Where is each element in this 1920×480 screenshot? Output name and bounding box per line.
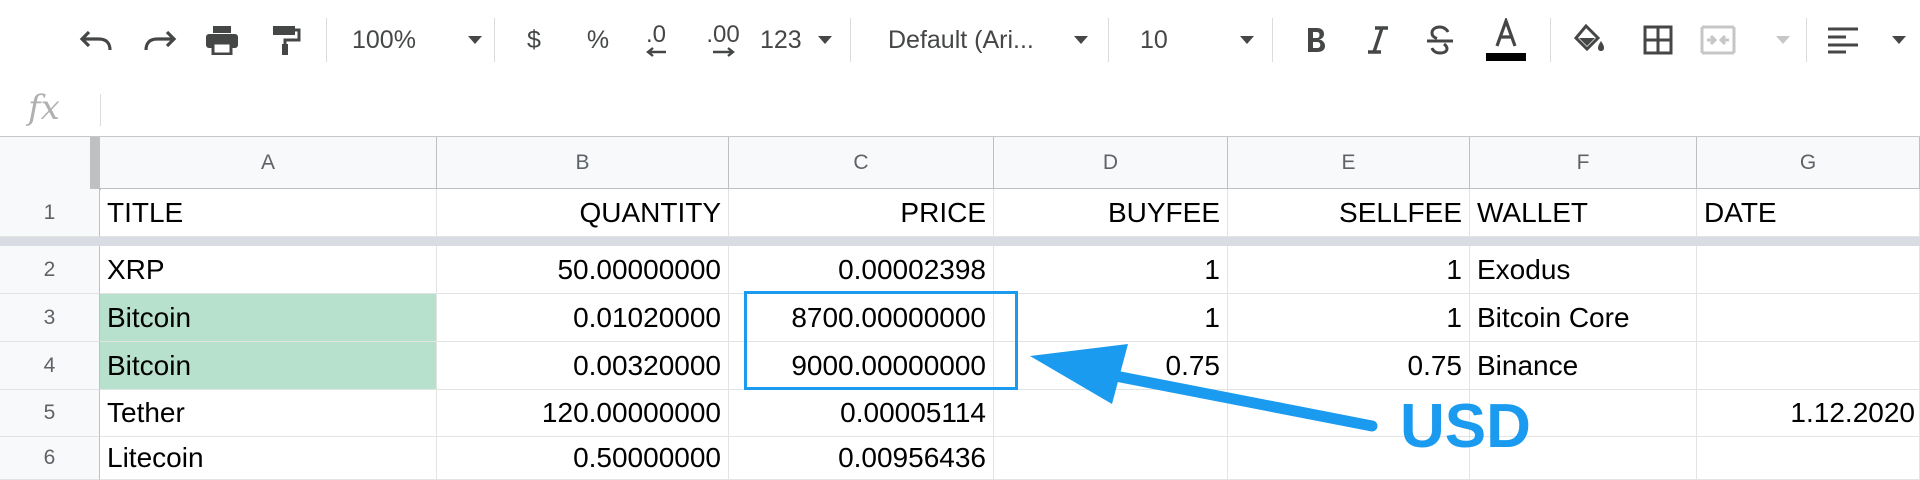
annotation-arrow-icon <box>1030 344 1378 432</box>
annotation-label: USD <box>1400 392 1531 461</box>
